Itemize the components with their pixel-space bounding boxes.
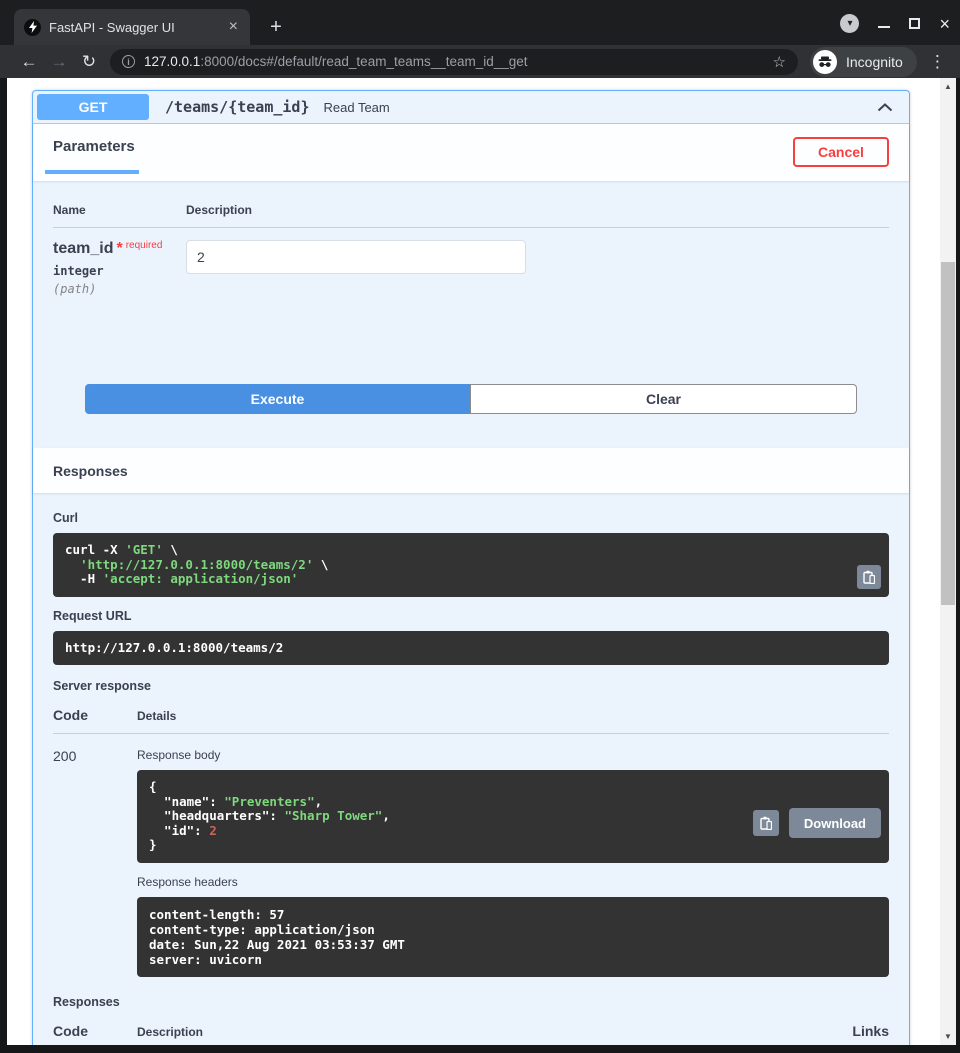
parameters-section: Name Description team_id*required intege…	[33, 181, 909, 414]
doc-code-header: Code	[53, 1023, 137, 1039]
maximize-icon[interactable]	[909, 18, 920, 29]
browser-tab[interactable]: FastAPI - Swagger UI ×	[14, 9, 250, 45]
parameter-type: integer	[53, 264, 186, 278]
browser-toolbar: ← → ↻ i 127.0.0.1:8000/docs#/default/rea…	[0, 45, 960, 78]
forward-icon[interactable]: →	[44, 52, 74, 72]
scrollbar-thumb[interactable]	[941, 262, 955, 605]
incognito-badge: Incognito	[810, 47, 917, 77]
cancel-button[interactable]: Cancel	[793, 137, 889, 167]
column-header-description: Description	[186, 203, 252, 217]
scroll-up-icon[interactable]: ▲	[940, 82, 956, 91]
url-text[interactable]: 127.0.0.1:8000/docs#/default/read_team_t…	[144, 54, 765, 69]
request-url-label: Request URL	[53, 609, 889, 623]
back-icon[interactable]: ←	[14, 52, 44, 72]
responses-body: Curl curl -X 'GET' \ 'http://127.0.0.1:8…	[33, 493, 909, 1045]
incognito-label: Incognito	[846, 54, 903, 70]
response-headers-block: content-length: 57 content-type: applica…	[137, 897, 889, 977]
team-id-input[interactable]	[186, 240, 526, 274]
active-tab-indicator	[45, 170, 139, 174]
doc-description-header: Description	[137, 1025, 852, 1039]
copy-curl-button[interactable]	[857, 565, 881, 589]
url-path: :8000/docs#/default/read_team_teams__tea…	[200, 54, 527, 69]
bookmark-star-icon[interactable]: ☆	[773, 53, 786, 71]
doc-responses-label: Responses	[53, 995, 889, 1009]
page-viewport: GET /teams/{team_id} Read Team Parameter…	[7, 78, 940, 1045]
download-button[interactable]: Download	[789, 808, 881, 838]
incognito-icon	[813, 50, 837, 74]
tab-close-icon[interactable]: ×	[225, 19, 242, 35]
live-details-header: Details	[137, 709, 889, 723]
live-response-row: 200 Response body { "name": "Preventers"…	[53, 734, 889, 977]
new-tab-button[interactable]: +	[262, 13, 290, 41]
parameters-header: Parameters Cancel	[33, 124, 909, 181]
required-star: *	[116, 240, 122, 257]
copy-response-button[interactable]	[753, 810, 779, 836]
endpoint-summary: Read Team	[324, 100, 390, 115]
tab-parameters: Parameters	[53, 138, 135, 155]
collapse-chevron-icon[interactable]	[877, 103, 893, 112]
responses-title: Responses	[53, 463, 128, 479]
url-host: 127.0.0.1	[144, 54, 200, 69]
parameter-name: team_id*required	[53, 240, 186, 258]
doc-links-header: Links	[852, 1023, 889, 1039]
tab-search-icon[interactable]: ▾	[840, 14, 859, 33]
response-body-block: { "name": "Preventers", "headquarters": …	[137, 770, 889, 863]
server-response-label: Server response	[53, 679, 889, 693]
minimize-icon[interactable]	[878, 20, 890, 28]
site-info-icon[interactable]: i	[122, 55, 135, 68]
opblock-summary[interactable]: GET /teams/{team_id} Read Team	[33, 91, 909, 124]
tab-title: FastAPI - Swagger UI	[49, 20, 225, 35]
curl-label: Curl	[53, 511, 889, 525]
endpoint-path: /teams/{team_id}	[165, 98, 310, 116]
browser-menu-icon[interactable]: ⋮	[929, 52, 945, 72]
response-headers-label: Response headers	[137, 875, 889, 889]
request-url-value: http://127.0.0.1:8000/teams/2	[65, 641, 877, 656]
http-method-badge: GET	[37, 94, 149, 120]
window-close-icon[interactable]: ×	[939, 17, 950, 31]
execute-button[interactable]: Execute	[85, 384, 470, 414]
reload-icon[interactable]: ↻	[74, 52, 104, 72]
parameter-row: team_id*required integer (path)	[53, 228, 889, 296]
opblock-get-team: GET /teams/{team_id} Read Team Parameter…	[32, 90, 910, 1045]
curl-code-block: curl -X 'GET' \ 'http://127.0.0.1:8000/t…	[53, 533, 889, 597]
live-status-code: 200	[53, 748, 137, 977]
page-scrollbar[interactable]: ▲ ▼	[940, 78, 956, 1045]
execute-row: Execute Clear	[85, 384, 857, 414]
request-url-block: http://127.0.0.1:8000/teams/2	[53, 631, 889, 666]
response-body-label: Response body	[137, 748, 889, 762]
tab-strip: FastAPI - Swagger UI × + ▾ ×	[0, 0, 960, 45]
fastapi-favicon-icon	[24, 19, 41, 36]
live-code-header: Code	[53, 707, 137, 723]
required-label: required	[126, 240, 163, 251]
clear-button[interactable]: Clear	[470, 384, 857, 414]
scroll-down-icon[interactable]: ▼	[940, 1032, 956, 1041]
column-header-name: Name	[53, 203, 186, 217]
url-bar[interactable]: i 127.0.0.1:8000/docs#/default/read_team…	[110, 49, 798, 75]
responses-section-header: Responses	[33, 448, 909, 493]
parameter-location: (path)	[53, 282, 186, 296]
